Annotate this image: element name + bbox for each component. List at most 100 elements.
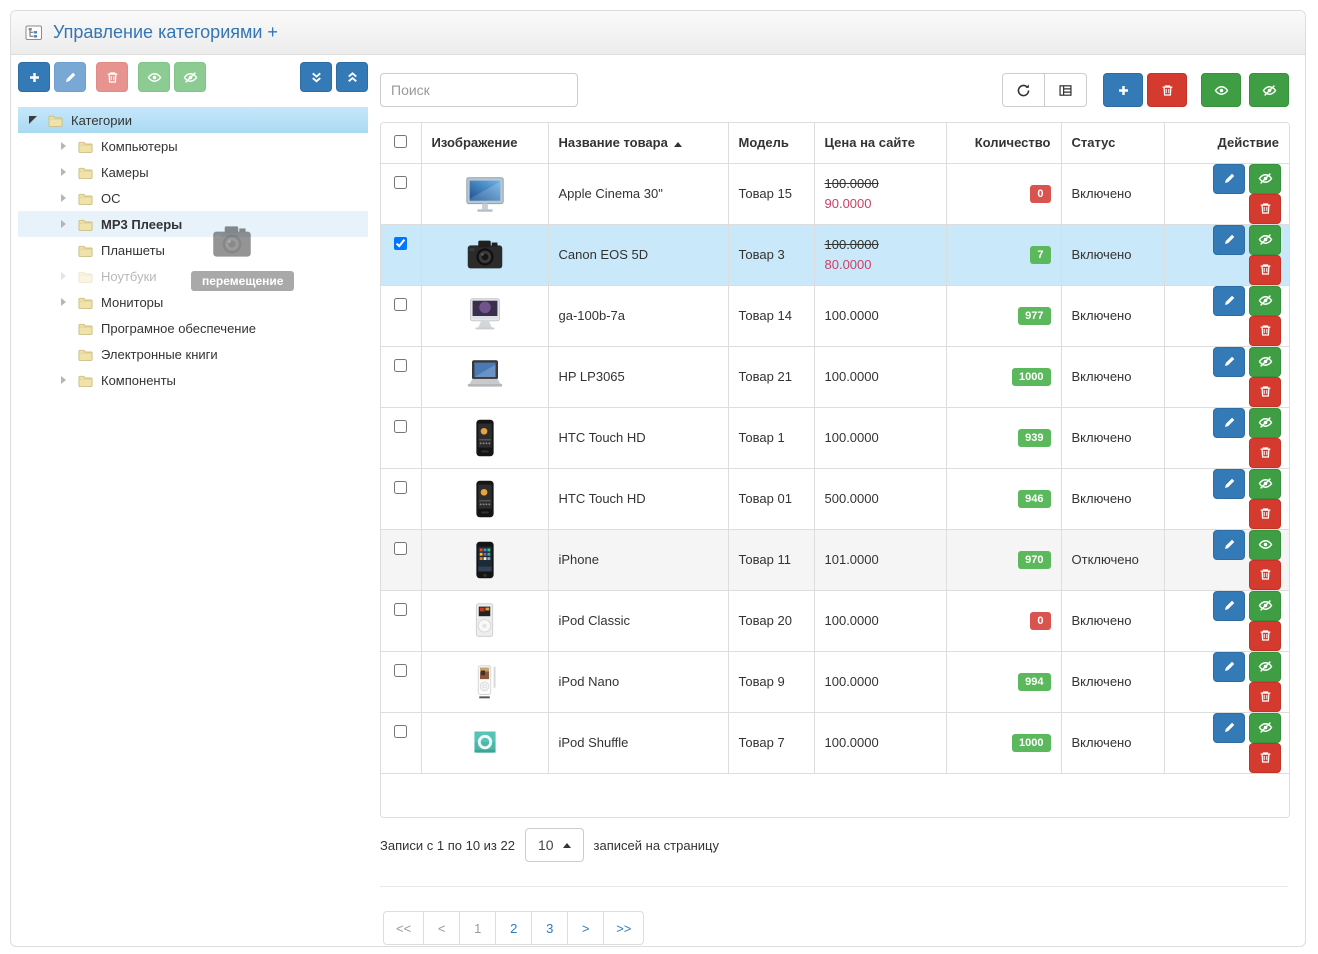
first-page-button[interactable]: <<: [383, 911, 424, 945]
delete-button[interactable]: [1249, 621, 1281, 651]
product-image: [461, 720, 509, 766]
column-header-label[interactable]: Модель: [739, 135, 789, 150]
pencil-button[interactable]: [54, 62, 86, 92]
plus-button[interactable]: [18, 62, 50, 92]
prev-page-button[interactable]: <: [423, 911, 460, 945]
column-header-label[interactable]: Изображение: [432, 135, 518, 150]
tree-expand-arrow-icon[interactable]: [56, 194, 70, 202]
edit-button[interactable]: [1213, 347, 1245, 377]
eye-off-button[interactable]: [1249, 73, 1289, 107]
row-checkbox[interactable]: [394, 603, 407, 616]
refresh-button[interactable]: [1002, 73, 1045, 107]
eye-button[interactable]: [1201, 73, 1241, 107]
tree-item[interactable]: Камеры: [18, 159, 368, 185]
tree-expand-arrow-icon[interactable]: [56, 272, 70, 280]
column-header: Количество: [946, 123, 1061, 163]
tree-item[interactable]: Мониторы: [18, 289, 368, 315]
edit-button[interactable]: [1213, 286, 1245, 316]
table-header-row: Изображение Название товара Модель Цена на …: [381, 123, 1289, 163]
delete-button[interactable]: [1249, 316, 1281, 346]
toggle-status-button[interactable]: [1249, 469, 1281, 499]
column-header-label[interactable]: Статус: [1072, 135, 1116, 150]
tree-item[interactable]: Програмное обеспечение: [18, 315, 368, 341]
row-checkbox[interactable]: [394, 298, 407, 311]
tree-item[interactable]: Компоненты: [18, 367, 368, 393]
tree-item[interactable]: MP3 Плееры: [18, 211, 368, 237]
eye-button[interactable]: [138, 62, 170, 92]
product-name: Apple Cinema 30": [548, 163, 728, 224]
edit-button[interactable]: [1213, 652, 1245, 682]
toggle-status-button[interactable]: [1249, 408, 1281, 438]
chevrons-down-button[interactable]: [300, 62, 332, 92]
tree-item[interactable]: ОС: [18, 185, 368, 211]
chevrons-up-button[interactable]: [336, 62, 368, 92]
column-header-label[interactable]: Название товара: [559, 135, 668, 150]
toggle-status-button[interactable]: [1249, 347, 1281, 377]
delete-button[interactable]: [1249, 682, 1281, 712]
toggle-status-button[interactable]: [1249, 286, 1281, 316]
trash-button[interactable]: [1147, 73, 1187, 107]
tree-collapse-arrow-icon[interactable]: [26, 116, 40, 124]
plus-button[interactable]: [1103, 73, 1143, 107]
product-name: HTC Touch HD: [548, 407, 728, 468]
toggle-status-button[interactable]: [1249, 530, 1281, 560]
tree-expand-arrow-icon[interactable]: [56, 142, 70, 150]
actions-cell: [1164, 163, 1289, 224]
tree-expand-arrow-icon[interactable]: [56, 376, 70, 384]
delete-button[interactable]: [1249, 255, 1281, 285]
row-checkbox[interactable]: [394, 359, 407, 372]
edit-button[interactable]: [1213, 469, 1245, 499]
pencil-icon: [1222, 720, 1237, 735]
edit-button[interactable]: [1213, 591, 1245, 621]
tree-item[interactable]: Планшеты: [18, 237, 368, 263]
toggle-status-button[interactable]: [1249, 713, 1281, 743]
delete-button[interactable]: [1249, 560, 1281, 590]
edit-button[interactable]: [1213, 713, 1245, 743]
row-checkbox[interactable]: [394, 420, 407, 433]
row-checkbox[interactable]: [394, 176, 407, 189]
table-row: Apple Cinema 30"Товар 15100.000090.00000…: [381, 163, 1289, 224]
edit-button[interactable]: [1213, 408, 1245, 438]
page-2-button[interactable]: 2: [495, 911, 532, 945]
search-input[interactable]: [380, 73, 578, 107]
per-page-select[interactable]: 10: [525, 828, 584, 862]
delete-button[interactable]: [1249, 377, 1281, 407]
column-header-label[interactable]: Действие: [1218, 135, 1279, 150]
tree-item[interactable]: Электронные книги: [18, 341, 368, 367]
page-3-button[interactable]: 3: [531, 911, 568, 945]
edit-button[interactable]: [1213, 164, 1245, 194]
delete-button[interactable]: [1249, 499, 1281, 529]
select-all-checkbox[interactable]: [394, 135, 407, 148]
edit-button[interactable]: [1213, 530, 1245, 560]
column-header-label[interactable]: Количество: [975, 135, 1051, 150]
row-checkbox[interactable]: [394, 237, 407, 250]
quantity-badge: 0: [1030, 185, 1050, 203]
page-1-button[interactable]: 1: [459, 911, 496, 945]
delete-button[interactable]: [1249, 438, 1281, 468]
toggle-status-button[interactable]: [1249, 225, 1281, 255]
eye-off-button[interactable]: [174, 62, 206, 92]
product-model: Товар 9: [728, 651, 814, 712]
column-header-label[interactable]: Цена на сайте: [825, 135, 915, 150]
quantity-badge: 939: [1018, 429, 1050, 447]
last-page-button[interactable]: >>: [603, 911, 644, 945]
tree-expand-arrow-icon[interactable]: [56, 220, 70, 228]
delete-button[interactable]: [1249, 194, 1281, 224]
row-checkbox[interactable]: [394, 664, 407, 677]
row-checkbox[interactable]: [394, 725, 407, 738]
folder-icon: [77, 321, 94, 336]
tree-expand-arrow-icon[interactable]: [56, 298, 70, 306]
next-page-button[interactable]: >: [567, 911, 604, 945]
edit-button[interactable]: [1213, 225, 1245, 255]
delete-button[interactable]: [1249, 743, 1281, 773]
row-checkbox[interactable]: [394, 481, 407, 494]
toggle-status-button[interactable]: [1249, 652, 1281, 682]
tree-item[interactable]: Компьютеры: [18, 133, 368, 159]
row-checkbox[interactable]: [394, 542, 407, 555]
toggle-status-button[interactable]: [1249, 591, 1281, 621]
toggle-status-button[interactable]: [1249, 164, 1281, 194]
tree-expand-arrow-icon[interactable]: [56, 168, 70, 176]
tree-item[interactable]: Категории: [18, 107, 368, 133]
columns-button[interactable]: [1044, 73, 1087, 107]
trash-button[interactable]: [96, 62, 128, 92]
